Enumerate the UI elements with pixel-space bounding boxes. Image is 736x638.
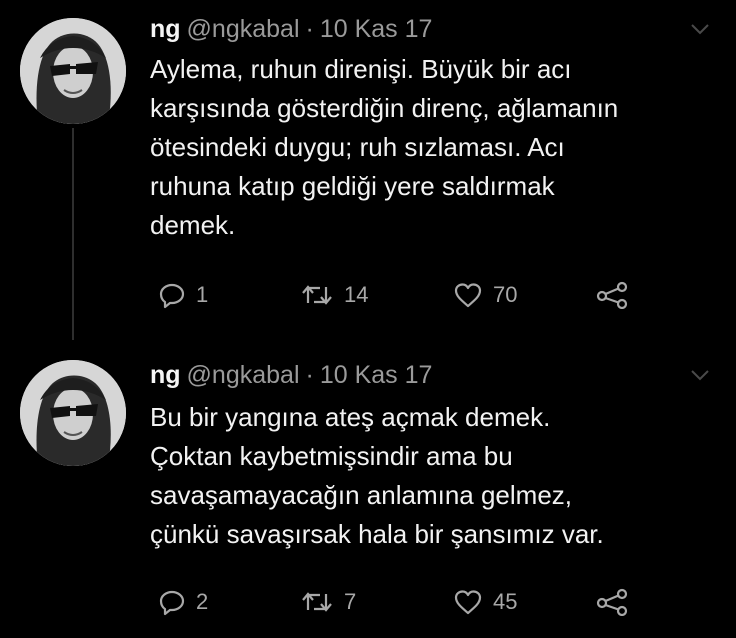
avatar-image: [20, 18, 126, 124]
retweet-icon: [302, 592, 332, 612]
user-handle[interactable]: @ngkabal: [187, 361, 300, 389]
separator: ·: [305, 361, 314, 389]
share-button[interactable]: [596, 278, 630, 312]
tweet-actions: 2 7 45: [150, 585, 650, 619]
tweet-actions: 1 14 70: [150, 278, 650, 312]
avatar[interactable]: [20, 360, 126, 466]
tweet-text: Bu bir yangına ateş açmak demek. Çoktan …: [150, 398, 720, 554]
thread-line: [72, 128, 74, 340]
like-count: 45: [493, 589, 518, 614]
tweet-text: Aylema, ruhun direnişi. Büyük bir acı ka…: [150, 50, 720, 245]
tweet-date[interactable]: 10 Kas 17: [320, 361, 433, 389]
tweet-text-line: ruhuna katıp geldiği yere saldırmak: [150, 171, 555, 201]
avatar[interactable]: [20, 18, 126, 124]
separator: ·: [305, 15, 314, 43]
tweet-text-line: Bu bir yangına ateş açmak demek.: [150, 402, 551, 432]
tweet-date[interactable]: 10 Kas 17: [320, 15, 433, 43]
retweet-button[interactable]: 14: [300, 278, 368, 312]
like-button[interactable]: 45: [453, 585, 517, 619]
tweet[interactable]: ng @ngkabal · 10 Kas 17 Aylema, ruhun diren…: [0, 0, 736, 340]
retweet-count: 7: [344, 589, 357, 614]
display-name[interactable]: ng: [150, 15, 181, 43]
reply-button[interactable]: 1: [158, 278, 208, 312]
share-icon: [596, 588, 628, 616]
tweet-header: ng @ngkabal · 10 Kas 17: [150, 14, 432, 44]
tweet-text-line: savaşamayacağın anlamına gelmez,: [150, 480, 573, 510]
chevron-down-icon[interactable]: [690, 22, 710, 36]
like-button[interactable]: 70: [453, 278, 517, 312]
display-name[interactable]: ng: [150, 361, 181, 389]
user-handle[interactable]: @ngkabal: [187, 15, 300, 43]
heart-icon: [454, 590, 482, 615]
heart-icon: [454, 283, 482, 308]
tweet[interactable]: ng @ngkabal · 10 Kas 17 Bu bir yangına ateş…: [0, 340, 736, 638]
retweet-button[interactable]: 7: [300, 585, 356, 619]
reply-count: 2: [196, 589, 209, 614]
chevron-down-icon[interactable]: [690, 368, 710, 382]
reply-count: 1: [196, 282, 209, 307]
tweet-text-line: demek.: [150, 210, 236, 240]
tweet-text-line: çünkü savaşırsak hala bir şansımız var.: [150, 519, 604, 549]
like-count: 70: [493, 282, 518, 307]
avatar-image: [20, 360, 126, 466]
reply-icon: [159, 590, 185, 616]
share-button[interactable]: [596, 585, 630, 619]
tweet-text-line: ötesindeki duygu; ruh sızlaması. Acı: [150, 132, 565, 162]
reply-button[interactable]: 2: [158, 585, 208, 619]
tweet-text-line: karşısında gösterdiğin direnç, ağlamanın: [150, 93, 619, 123]
retweet-count: 14: [344, 282, 369, 307]
tweet-text-line: Aylema, ruhun direnişi. Büyük bir acı: [150, 54, 572, 84]
retweet-icon: [302, 285, 332, 305]
reply-icon: [159, 283, 185, 309]
tweet-header: ng @ngkabal · 10 Kas 17: [150, 360, 432, 390]
tweet-text-line: Çoktan kaybetmişsindir ama bu: [150, 441, 513, 471]
share-icon: [596, 281, 628, 309]
